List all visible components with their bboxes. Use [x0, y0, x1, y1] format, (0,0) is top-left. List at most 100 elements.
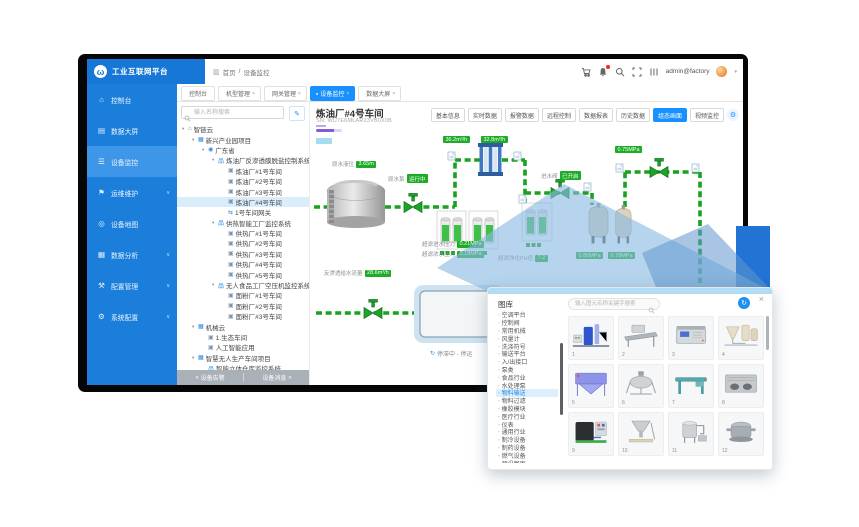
palette-item-kettle-mixer[interactable]: 6 [618, 364, 664, 408]
layout-columns-icon[interactable] [649, 67, 659, 77]
sidebar-item[interactable]: ⚒配置管理∨ [87, 270, 177, 301]
nav-tab[interactable]: 机型管理× [218, 86, 261, 101]
notifications-bell-icon[interactable] [598, 67, 608, 77]
dialog-header[interactable] [488, 288, 772, 294]
tree-node[interactable]: ▾品炼油厂反渗透膜脱盐控制系统 [177, 155, 310, 165]
tree-node[interactable]: ▣炼油厂#3号车间 [177, 186, 310, 196]
palette-item-vibrating-sieve[interactable]: 12 [718, 412, 764, 456]
category-bullet-icon: ▫ [498, 414, 500, 419]
nav-tab[interactable]: 控制台 [181, 86, 215, 101]
stage: ω 工业互联网平台 ▥ 首页 / 设备监控 admin@factory ▾ 控制… [0, 0, 859, 527]
tree-node[interactable]: ▾◉广东省 [177, 145, 310, 155]
avatar[interactable] [716, 66, 727, 77]
palette-item-chiller-unit[interactable]: 9 [568, 412, 614, 456]
tree-node[interactable]: ▣供热厂#2号车间 [177, 238, 310, 248]
tree-node[interactable]: ▣供热厂#5号车间 [177, 269, 310, 279]
palette-item-funnel-hopper[interactable]: 10 [618, 412, 664, 456]
nav-tab[interactable]: 数据大屏× [358, 86, 401, 101]
close-tab-icon[interactable]: × [298, 91, 301, 97]
sidebar-item-label: 设备地图 [111, 219, 138, 229]
palette-search-input[interactable] [568, 298, 660, 310]
tree-node-icon: ▣ [228, 313, 234, 320]
tree-node[interactable]: ▾▦智慧无人生产车间项目 [177, 353, 310, 363]
tree-node[interactable]: ▾品供热智能工厂监控系统 [177, 218, 310, 228]
sensor-value: 运行中 [407, 174, 429, 183]
menu-icon[interactable]: ▥ [213, 68, 220, 76]
view-tab-button[interactable]: 数据报表 [579, 108, 613, 122]
sidebar-item[interactable]: ⚑运维维护∨ [87, 177, 177, 208]
close-tab-icon[interactable]: × [392, 91, 395, 97]
view-tab-button[interactable]: 远程控制 [542, 108, 576, 122]
sensor-value: 32.8m³/h [481, 136, 508, 143]
view-tab-button[interactable]: 实时数据 [468, 108, 502, 122]
palette-item-cyclone-tanks[interactable]: 4 [718, 316, 764, 360]
upload-icon[interactable]: ↻ [738, 297, 750, 309]
category-scrollbar[interactable] [560, 343, 563, 415]
tree-node[interactable]: ▣炼油厂#1号车间 [177, 166, 310, 176]
view-tab-button[interactable]: 历史数据 [616, 108, 650, 122]
breadcrumb-home[interactable]: 首页 [223, 67, 236, 77]
sidebar-item[interactable]: ◎设备地图 [87, 208, 177, 239]
tree-node[interactable]: ▾▦新兴产业园项目 [177, 134, 310, 144]
tree-node[interactable]: ▣供热厂#3号车间 [177, 249, 310, 259]
category-bullet-icon: ▫ [498, 445, 500, 450]
cart-icon[interactable] [581, 67, 591, 77]
gear-icon[interactable]: ⚙ [727, 109, 739, 121]
palette-category[interactable]: ▫预设图库 [496, 459, 558, 463]
heat-exchanger[interactable] [478, 143, 503, 176]
palette-item-work-table[interactable]: 7 [668, 364, 714, 408]
tree-node[interactable]: ▣供热厂#4号车间 [177, 259, 310, 269]
tree-node[interactable]: ▣炼油厂#2号车间 [177, 176, 310, 186]
palette-item-condenser-unit[interactable]: 8 [718, 364, 764, 408]
view-tab-button[interactable]: 报警数据 [505, 108, 539, 122]
palette-item-hopper-cabinet[interactable]: 5 [568, 364, 614, 408]
device-message-button[interactable]: 设备消息» [243, 373, 310, 382]
refresh-icon[interactable]: ↻ [430, 350, 435, 357]
palette-item-cabinet-machine[interactable]: 3 [668, 316, 714, 360]
category-bullet-icon: ▫ [498, 344, 500, 349]
sidebar-item[interactable]: ☰设备监控 [87, 146, 177, 177]
tree-node[interactable]: ▾⌂智链云 [177, 124, 310, 134]
nav-tab[interactable]: 网关管理× [264, 86, 307, 101]
close-tab-icon[interactable]: × [252, 91, 255, 97]
tree-node[interactable]: ▣面粉厂#1号车间 [177, 290, 310, 300]
tree-node[interactable]: ▣供热厂#1号车间 [177, 228, 310, 238]
device-alarm-button[interactable]: «设备告警 [177, 373, 243, 382]
raw-water-tank[interactable] [327, 181, 385, 228]
tree-node[interactable]: ▣人工智能应用 [177, 342, 310, 352]
close-icon[interactable]: × [759, 295, 764, 304]
palette-item-conveyor[interactable]: 2 [618, 316, 664, 360]
grid-scrollbar[interactable] [766, 316, 769, 350]
tree-search-input[interactable] [181, 106, 284, 119]
sensor-tag: 超滤进水压力0.21MPa [422, 240, 484, 248]
sidebar-item[interactable]: ⚙系统配置∨ [87, 301, 177, 332]
tree-node[interactable]: ⇆1号车间网关 [177, 207, 310, 217]
tree-node-icon: ▣ [228, 240, 234, 247]
tree-node[interactable]: ▾品无人食品工厂空压机监控系统 [177, 280, 310, 290]
user-name[interactable]: admin@factory [666, 68, 710, 75]
tree-node[interactable]: ▣1.生态车间 [177, 332, 310, 342]
fullscreen-icon[interactable] [632, 67, 642, 77]
sidebar-item[interactable]: ▤数据大屏 [87, 115, 177, 146]
tree-node-label: 供热厂#1号车间 [236, 228, 282, 238]
tree-node[interactable]: ▣面粉厂#2号车间 [177, 301, 310, 311]
air-compression-tanks[interactable] [589, 203, 631, 244]
close-tab-icon[interactable]: × [346, 91, 349, 97]
sidebar-item[interactable]: ⌂控制台 [87, 84, 177, 115]
tree-node-label: 1.生态车间 [216, 332, 247, 342]
tree-node[interactable]: 品智能立体仓库监控系统 [177, 363, 310, 370]
edit-icon[interactable]: ✎ [289, 106, 305, 121]
view-tab-button[interactable]: 视频监控 [690, 108, 724, 122]
tree-node[interactable]: ▣面粉厂#3号车间 [177, 311, 310, 321]
user-menu-caret-icon[interactable]: ▾ [734, 69, 737, 75]
view-tab-button[interactable]: 基本信息 [431, 108, 465, 122]
search-icon[interactable] [615, 67, 625, 77]
nav-tab[interactable]: ●设备监控× [310, 86, 355, 101]
category-bullet-icon: ▫ [498, 453, 500, 458]
sidebar-item[interactable]: ▦数据分析∨ [87, 239, 177, 270]
palette-item-twin-tank-unit[interactable]: 1 [568, 316, 614, 360]
palette-item-mixing-tank[interactable]: 11 [668, 412, 714, 456]
view-tab-button[interactable]: 组态画面 [653, 108, 687, 122]
tree-node[interactable]: ▾▦机械云 [177, 321, 310, 331]
tree-node[interactable]: ▣炼油厂#4号车间 [177, 197, 310, 207]
